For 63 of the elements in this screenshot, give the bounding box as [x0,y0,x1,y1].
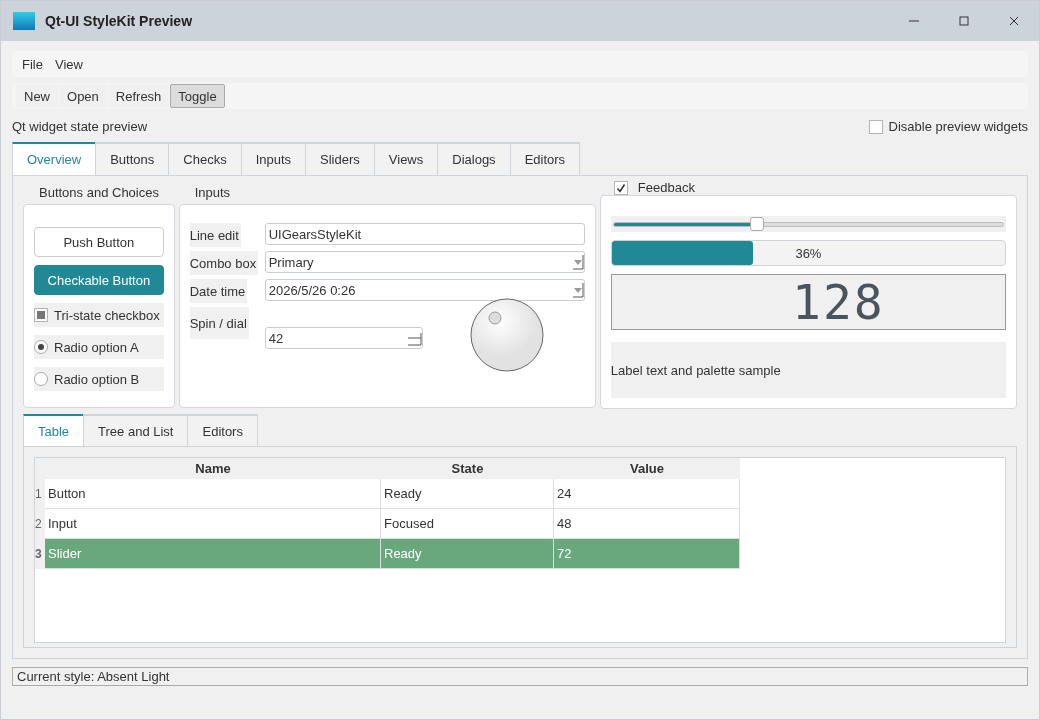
radio-button[interactable] [34,340,48,354]
checkmark-icon [615,182,626,193]
partial-check-icon [37,311,45,319]
spin-box[interactable]: 42 [264,327,423,349]
table-cell: Slider [45,539,381,569]
push-button[interactable]: Push Button [34,227,164,257]
tab[interactable]: Editors [509,142,581,175]
radio-label: Radio option B [54,371,140,387]
sample-label: Label text and palette sample [610,342,1006,398]
toolbar-button[interactable]: New [16,84,58,108]
tab[interactable]: Overview [12,142,97,175]
table-cell: Ready [381,479,554,509]
row-header: 2 [35,509,45,539]
checkable-button[interactable]: Checkable Button [34,265,164,295]
slider[interactable] [610,216,1006,232]
toolbar-button[interactable]: Toggle [170,84,225,108]
app-icon [13,12,35,30]
slider-handle[interactable] [750,217,765,231]
field-label: Date time [189,279,248,303]
checkbox[interactable] [613,180,628,195]
toolbar-button[interactable]: Open [59,84,107,108]
column-header[interactable]: Value [554,458,740,479]
dropdown-arrow-icon [571,254,584,270]
checkbox[interactable] [34,308,48,322]
close-icon [1009,16,1019,26]
window-title: Qt-UI StyleKit Preview [45,13,194,29]
field-label: Combo box [189,251,259,275]
column-header[interactable]: State [381,458,554,479]
radio-button[interactable] [34,372,48,386]
table-cell: 48 [554,509,740,539]
group-title: Buttons and Choices [39,184,159,200]
checkbox-label: Disable preview widgets [888,119,1028,134]
group-title: Feedback [637,180,695,195]
table-cell: Input [45,509,381,539]
table-cell: Button [45,479,381,509]
caption-label: Qt widget state preview [12,119,148,134]
group-title: Inputs [194,184,231,200]
maximize-icon [959,16,969,26]
status-bar: Current style: Absent Light [12,667,1028,686]
column-header[interactable]: Name [45,458,381,479]
toolbar-button[interactable]: Refresh [107,84,170,108]
table-cell: Focused [381,509,554,539]
tab[interactable]: Editors [187,414,258,446]
progress-text: 36% [795,245,822,261]
combo-box[interactable]: Primary [264,251,585,273]
field-label: Line edit [189,223,241,247]
radio-label: Radio option A [54,339,139,355]
table-cell: 24 [554,479,740,509]
date-time-field[interactable]: 2026/5/26 0:26 [264,279,585,301]
menu-item[interactable]: View [48,52,89,76]
checkbox[interactable] [868,119,883,134]
tab[interactable]: Table [23,414,85,446]
table-cell: 72 [554,539,740,569]
dial-knob[interactable] [468,297,545,373]
row-header: 3 [35,539,45,569]
field-label: Spin / dial [189,307,249,339]
lcd-display: 128 [610,274,1006,330]
menu-item[interactable]: File [16,52,49,76]
row-header: 1 [35,479,45,509]
dropdown-arrow-icon [571,282,584,298]
input-field[interactable]: UIGearsStyleKit [264,223,585,245]
table-cell: Ready [381,539,554,569]
checkbox-label: Tri-state checkbox [54,307,160,323]
